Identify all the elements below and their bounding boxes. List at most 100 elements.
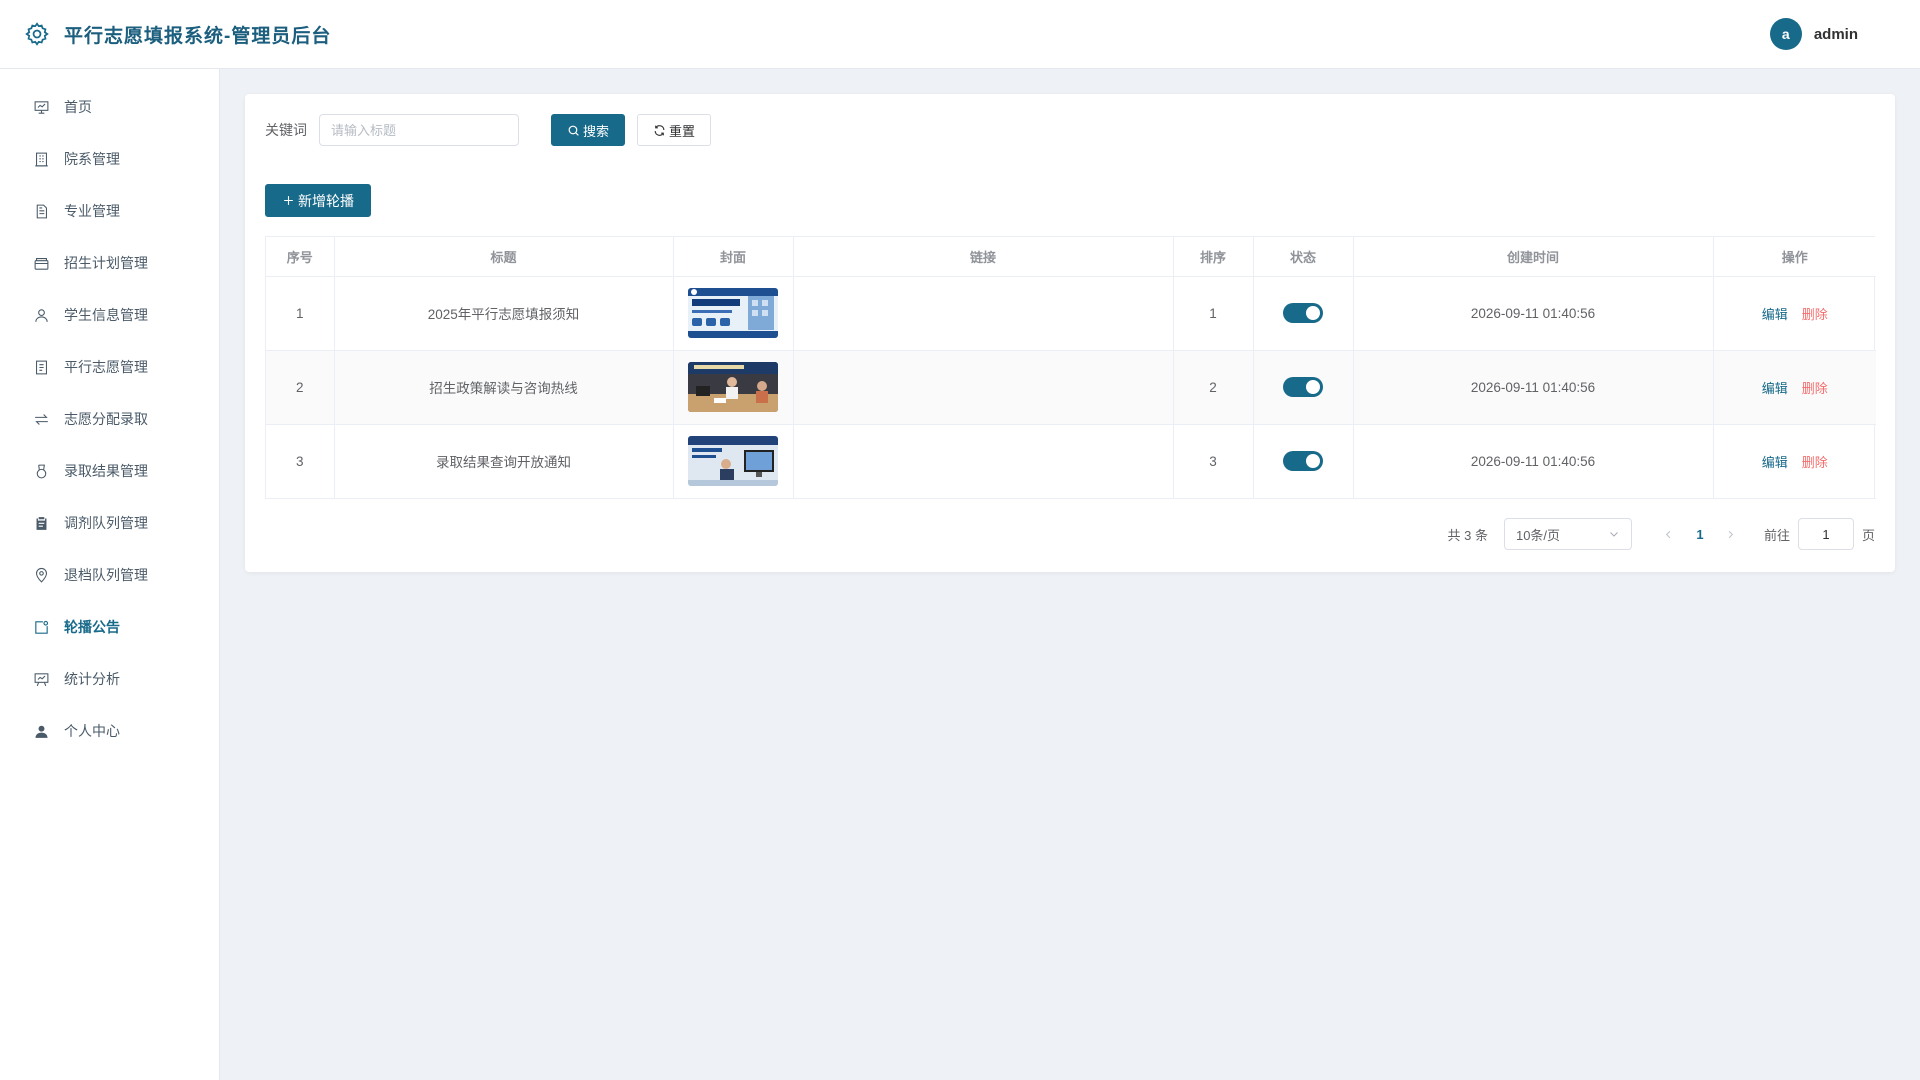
user-filled-icon	[35, 725, 48, 738]
avatar[interactable]: a	[1769, 18, 1802, 50]
table-row: 3 录取结果查询开放通知 3 2026-09-11 01:40:56 编辑 删除	[266, 424, 1876, 499]
delete-button[interactable]: 删除	[1802, 455, 1828, 470]
sidebar-item-allocation[interactable]: 志愿分配录取	[0, 393, 219, 445]
results-cover-image[interactable]	[688, 436, 778, 486]
status-toggle[interactable]	[1283, 303, 1323, 323]
sidebar-item-label: 调剂队列管理	[64, 515, 148, 531]
building-icon	[35, 152, 48, 166]
goto-label: 前往	[1763, 527, 1790, 543]
total-count: 共 3 条	[1447, 527, 1488, 543]
cell-actions: 编辑 删除	[1713, 350, 1876, 425]
sidebar-item-label: 平行志愿管理	[64, 359, 148, 375]
sidebar-item-carousel[interactable]: 轮播公告	[0, 601, 219, 653]
medal-icon	[36, 464, 47, 478]
sidebar-item-withdrawal-queue[interactable]: 退档队列管理	[0, 549, 219, 601]
column-header: 操作	[1713, 237, 1876, 277]
search-button[interactable]: 搜索	[551, 114, 626, 146]
sidebar-item-students[interactable]: 学生信息管理	[0, 289, 219, 341]
sidebar-item-adjustment-queue[interactable]: 调剂队列管理	[0, 497, 219, 549]
cell-order: 3	[1173, 424, 1254, 499]
sidebar-item-profile[interactable]: 个人中心	[0, 705, 219, 757]
carousel-table: 序号 标题 封面 链接 排序 状态 创建时间 操作 1 2025年平行志愿填报须…	[265, 236, 1876, 499]
reset-button-label: 重置	[669, 123, 696, 139]
top-header: 平行志愿填报系统-管理员后台 a admin	[0, 0, 1920, 69]
page-size-value: 10条/页	[1515, 527, 1561, 543]
cell-order: 2	[1173, 350, 1254, 425]
sidebar-item-label: 院系管理	[64, 151, 120, 167]
switch-icon	[35, 413, 48, 425]
status-toggle[interactable]	[1283, 377, 1323, 397]
sidebar-item-label: 退档队列管理	[64, 567, 148, 583]
sidebar-item-majors[interactable]: 专业管理	[0, 185, 219, 237]
edit-button[interactable]: 编辑	[1762, 307, 1788, 322]
cell-link	[793, 350, 1174, 425]
reset-button[interactable]: 重置	[637, 114, 712, 146]
search-form: 关键词 搜索 重置	[265, 114, 712, 146]
cell-status	[1253, 350, 1354, 425]
page-number-current[interactable]: 1	[1684, 527, 1716, 542]
column-header: 创建时间	[1353, 237, 1714, 277]
cell-order: 1	[1173, 276, 1254, 351]
sidebar-item-label: 首页	[64, 99, 92, 115]
add-carousel-button[interactable]: 新增轮播	[265, 184, 371, 217]
page-size-select[interactable]: 10条/页	[1503, 518, 1632, 550]
cell-cover	[673, 424, 794, 499]
sidebar: 首页 院系管理 专业管理 招生计划管理 学生信息管理 平行志愿管理 志愿分配录取…	[0, 69, 220, 1080]
username[interactable]: admin	[1814, 26, 1858, 43]
cell-created: 2026-09-11 01:40:56	[1353, 424, 1714, 499]
table-row: 2 招生政策解读与咨询热线 2 2026-09-11 01:40:56 编辑 删…	[266, 350, 1876, 425]
column-header: 封面	[673, 237, 794, 277]
goto-page-input[interactable]	[1797, 518, 1854, 550]
user-menu[interactable]: a admin	[1769, 18, 1896, 50]
sidebar-item-enrollment-plans[interactable]: 招生计划管理	[0, 237, 219, 289]
chevron-down-icon	[1610, 532, 1618, 537]
table-header-row: 序号 标题 封面 链接 排序 状态 创建时间 操作	[266, 237, 1876, 277]
status-toggle[interactable]	[1283, 451, 1323, 471]
sidebar-item-statistics[interactable]: 统计分析	[0, 653, 219, 705]
column-header: 链接	[793, 237, 1174, 277]
goto-suffix: 页	[1861, 527, 1875, 543]
cell-cover	[673, 350, 794, 425]
sidebar-item-label: 轮播公告	[64, 619, 120, 635]
next-page-button[interactable]	[1716, 529, 1746, 540]
brand: 平行志愿填报系统-管理员后台	[24, 21, 331, 48]
cell-created: 2026-09-11 01:40:56	[1353, 350, 1714, 425]
delete-button[interactable]: 删除	[1802, 381, 1828, 396]
delete-button[interactable]: 删除	[1802, 307, 1828, 322]
add-button-label: 新增轮播	[298, 192, 354, 209]
sidebar-item-label: 学生信息管理	[64, 307, 148, 323]
edit-button[interactable]: 编辑	[1762, 455, 1788, 470]
edit-button[interactable]: 编辑	[1762, 381, 1788, 396]
sidebar-item-departments[interactable]: 院系管理	[0, 133, 219, 185]
notice-icon	[35, 620, 49, 634]
column-header: 序号	[266, 237, 335, 277]
sidebar-item-label: 招生计划管理	[64, 255, 148, 271]
consultation-cover-image[interactable]	[688, 362, 778, 412]
search-button-label: 搜索	[583, 123, 610, 139]
app-title: 平行志愿填报系统-管理员后台	[64, 25, 332, 47]
clipboard-icon	[36, 516, 47, 530]
dashboard-icon	[34, 100, 49, 114]
user-icon	[35, 308, 48, 322]
keyword-input[interactable]	[319, 114, 519, 146]
refresh-icon	[654, 124, 665, 136]
cell-status	[1253, 424, 1354, 499]
cell-actions: 编辑 删除	[1713, 424, 1876, 499]
prev-page-button[interactable]	[1654, 529, 1684, 540]
cell-created: 2026-09-11 01:40:56	[1353, 276, 1714, 351]
column-header: 状态	[1253, 237, 1354, 277]
chevron-left-icon	[1666, 530, 1671, 538]
content-card: 关键词 搜索 重置 新增轮播 序号 标题 封面 链接	[245, 94, 1895, 572]
table-row: 1 2025年平行志愿填报须知 1 2026-09-11 01:40:56 编辑…	[266, 276, 1876, 351]
gear-icon	[25, 22, 49, 46]
sidebar-item-parallel-choices[interactable]: 平行志愿管理	[0, 341, 219, 393]
sidebar-item-label: 专业管理	[64, 203, 120, 219]
chevron-right-icon	[1729, 530, 1734, 538]
banner-cover-image[interactable]	[688, 288, 778, 338]
sidebar-item-label: 志愿分配录取	[64, 411, 148, 427]
sidebar-item-admission-results[interactable]: 录取结果管理	[0, 445, 219, 497]
document-icon	[36, 204, 47, 218]
cell-index: 3	[266, 424, 335, 499]
cell-cover	[673, 276, 794, 351]
sidebar-item-home[interactable]: 首页	[0, 81, 219, 133]
